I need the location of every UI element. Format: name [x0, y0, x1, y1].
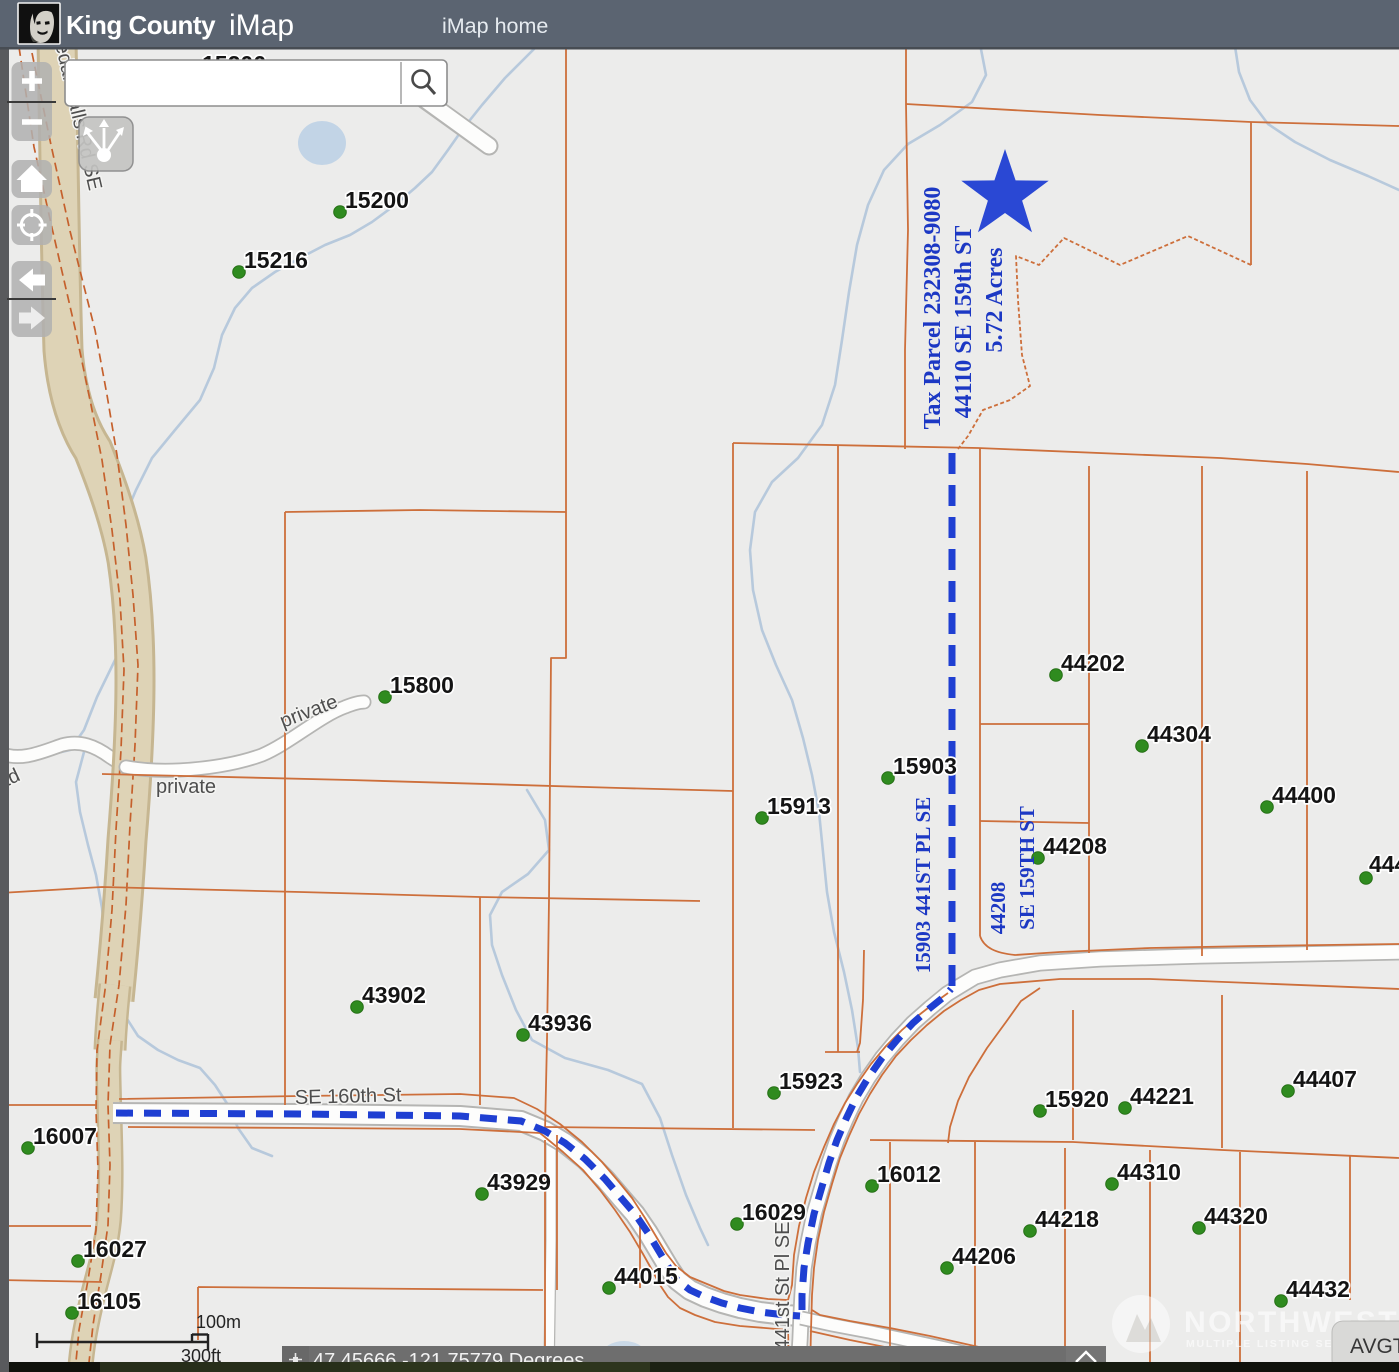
svg-text:44218: 44218: [1035, 1206, 1099, 1232]
svg-text:44310: 44310: [1117, 1159, 1181, 1185]
svg-text:44208: 44208: [1043, 833, 1107, 859]
svg-text:15913: 15913: [767, 793, 831, 819]
svg-text:44407: 44407: [1293, 1066, 1357, 1092]
svg-text:15200: 15200: [345, 187, 409, 213]
svg-text:44221: 44221: [1130, 1083, 1194, 1109]
svg-text:441st St Pl SE: 441st St Pl SE: [772, 1222, 794, 1351]
svg-text:15903 441ST PL SE: 15903 441ST PL SE: [911, 797, 935, 973]
svg-text:44015: 44015: [614, 1263, 678, 1289]
svg-text:44400: 44400: [1272, 782, 1336, 808]
svg-text:15903: 15903: [893, 753, 957, 779]
svg-text:Tax Parcel 232308-9080: Tax Parcel 232308-9080: [920, 187, 946, 430]
svg-text:16027: 16027: [83, 1236, 147, 1262]
svg-text:43902: 43902: [362, 982, 426, 1008]
svg-text:iMap: iMap: [229, 9, 294, 42]
svg-text:private: private: [156, 776, 216, 798]
svg-text:16012: 16012: [877, 1161, 941, 1187]
svg-text:15216: 15216: [244, 247, 308, 273]
svg-text:15800: 15800: [390, 672, 454, 698]
svg-text:44304: 44304: [1147, 721, 1211, 747]
svg-text:King County: King County: [66, 10, 216, 40]
svg-text:43936: 43936: [528, 1010, 592, 1036]
svg-text:SE 159TH ST: SE 159TH ST: [1015, 806, 1039, 930]
svg-text:16029: 16029: [742, 1199, 806, 1225]
svg-text:44202: 44202: [1061, 650, 1125, 676]
svg-text:44110 SE 159th ST: 44110 SE 159th ST: [951, 226, 977, 419]
svg-text:iMap home: iMap home: [442, 14, 548, 38]
svg-text:44208: 44208: [986, 882, 1010, 935]
svg-text:5.72 Acres: 5.72 Acres: [982, 248, 1008, 353]
svg-text:15920: 15920: [1045, 1086, 1109, 1112]
svg-text:16105: 16105: [77, 1288, 141, 1314]
svg-text:SE 160th St: SE 160th St: [295, 1084, 403, 1109]
svg-text:44320: 44320: [1204, 1203, 1268, 1229]
svg-text:44206: 44206: [952, 1243, 1016, 1269]
svg-text:44432: 44432: [1286, 1276, 1350, 1302]
svg-text:100m: 100m: [196, 1312, 241, 1332]
svg-text:44415: 44415: [1369, 851, 1399, 877]
svg-text:43929: 43929: [487, 1169, 551, 1195]
svg-text:16007: 16007: [33, 1123, 97, 1149]
svg-text:15923: 15923: [779, 1068, 843, 1094]
svg-text:AVGT: AVGT: [1350, 1335, 1399, 1358]
